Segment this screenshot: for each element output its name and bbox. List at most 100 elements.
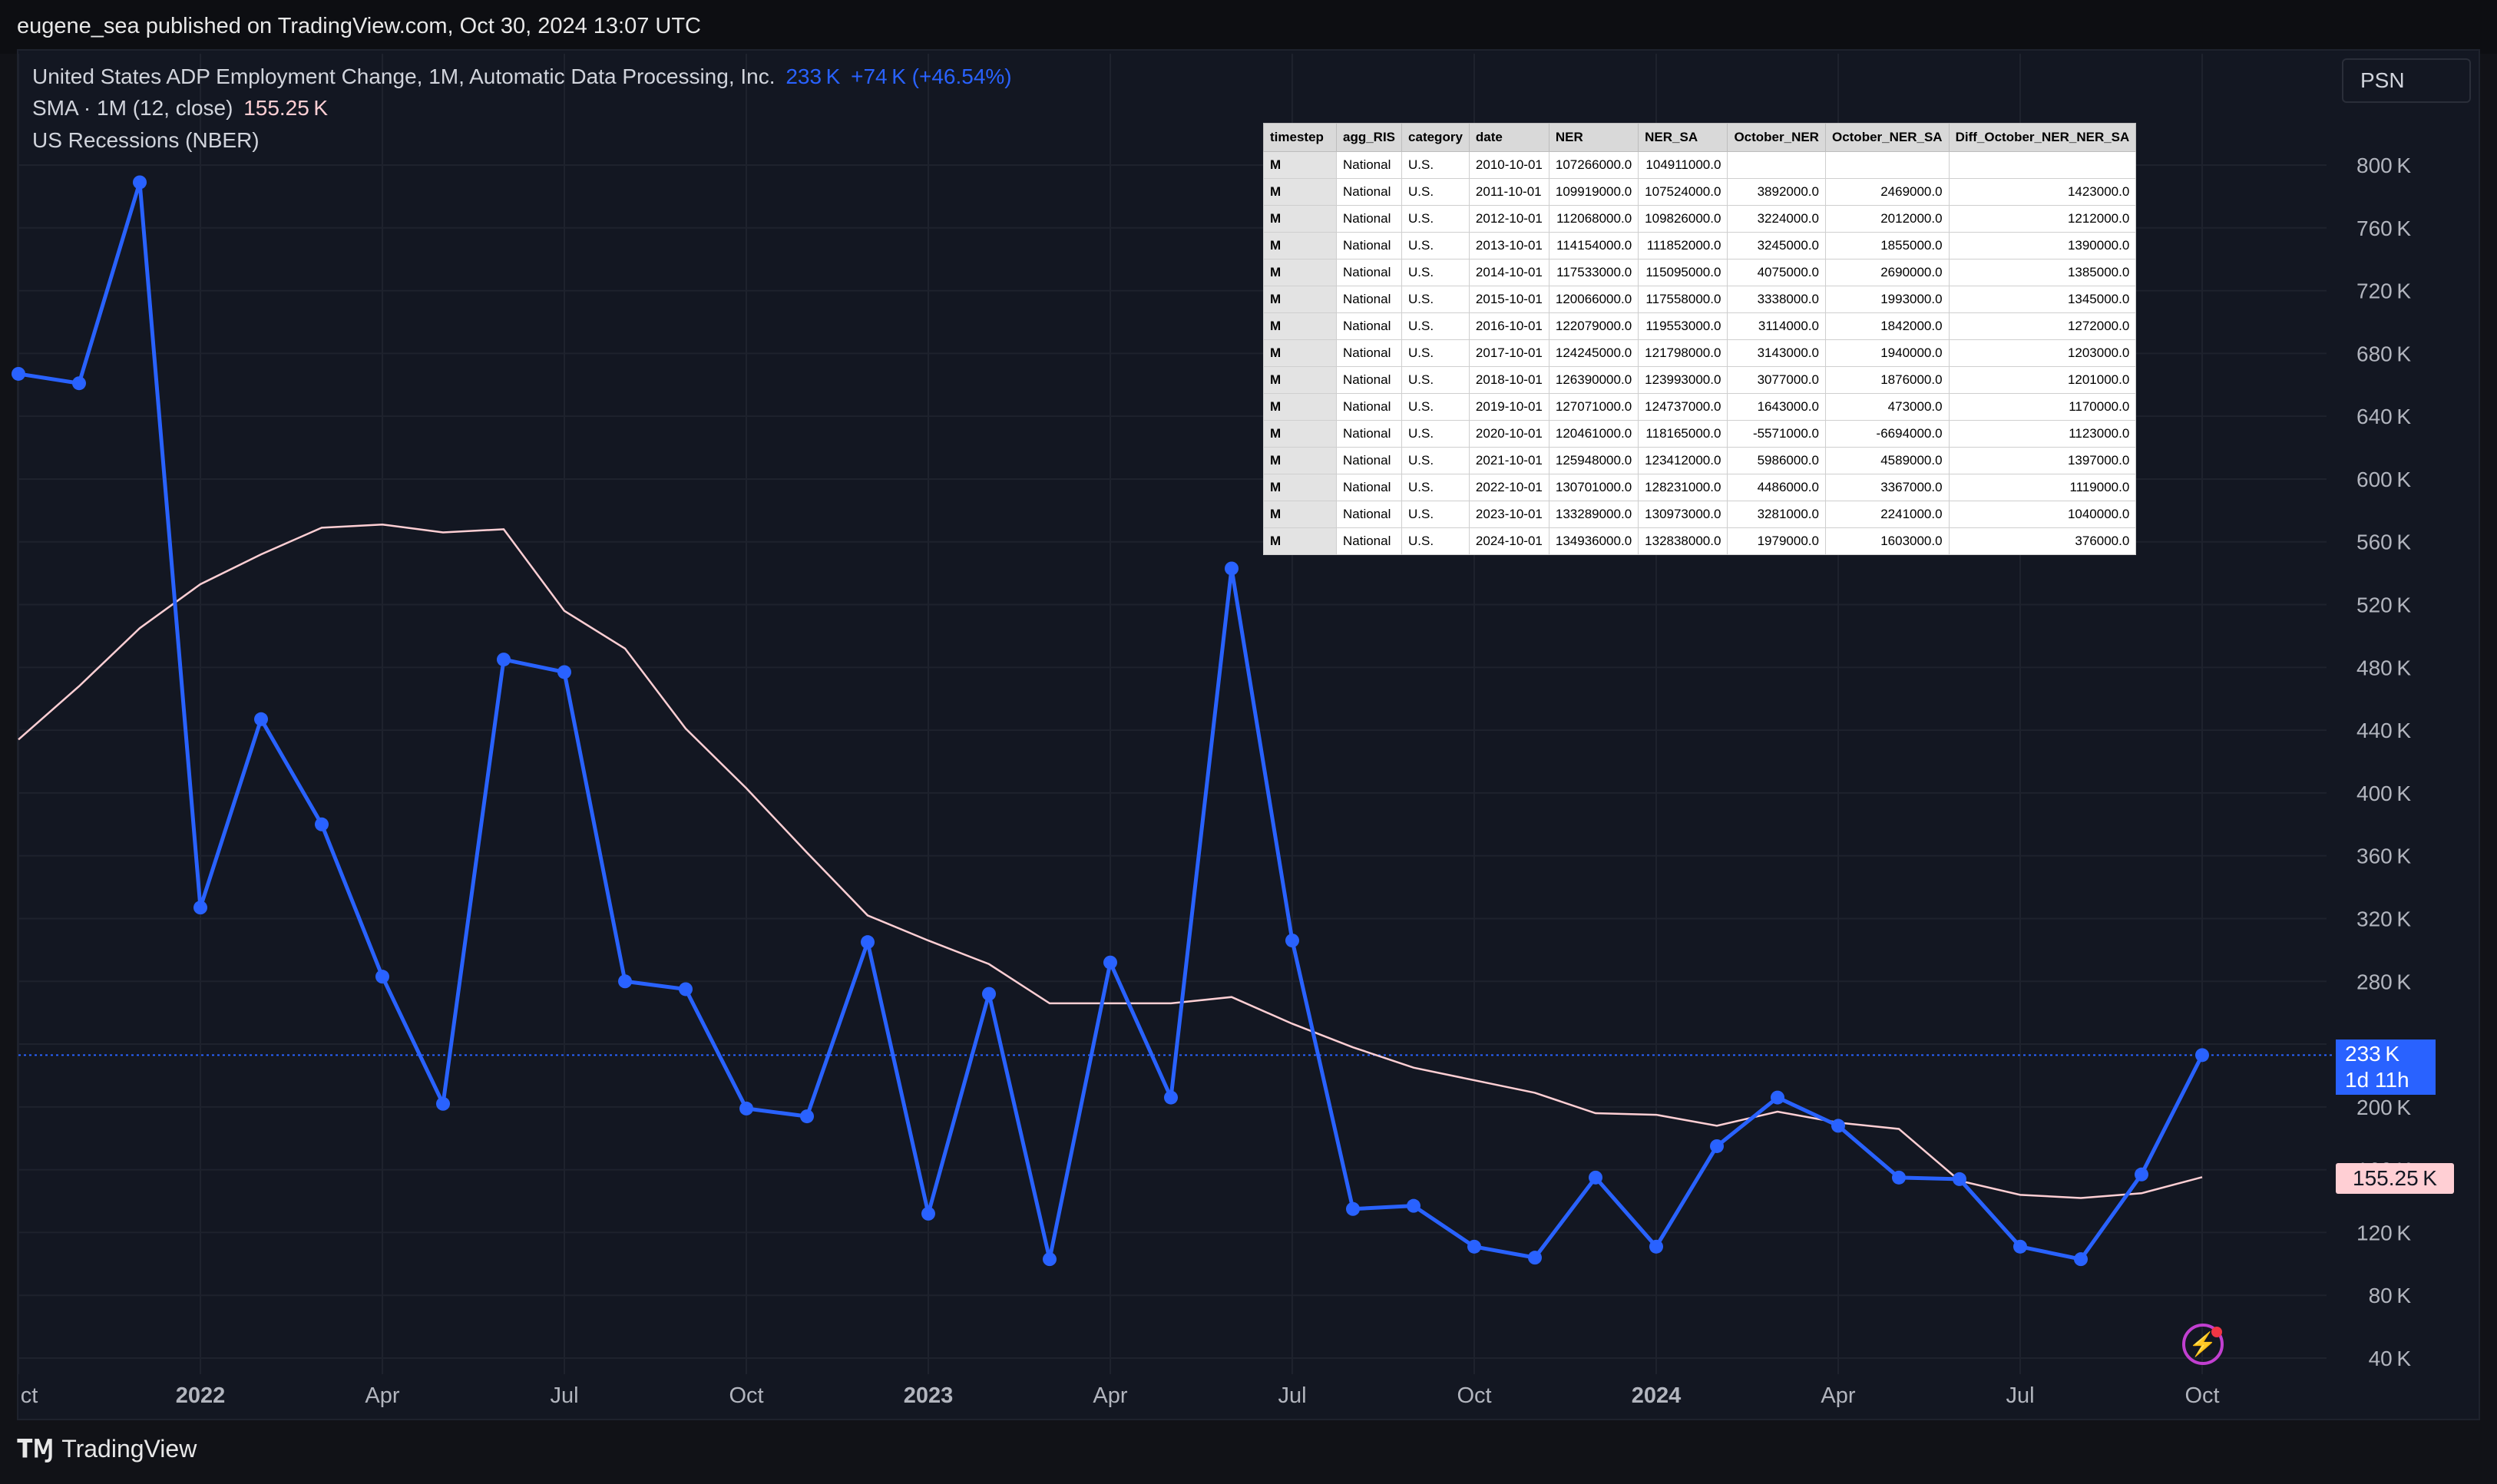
x-tick-label: Apr bbox=[365, 1383, 399, 1408]
table-cell: 1855000.0 bbox=[1824, 232, 1950, 259]
table-cell: M bbox=[1263, 259, 1337, 286]
table-cell: National bbox=[1335, 393, 1403, 421]
table-cell: 1643000.0 bbox=[1727, 393, 1826, 421]
data-point bbox=[1043, 1252, 1057, 1267]
legend-title: United States ADP Employment Change, 1M,… bbox=[32, 64, 776, 88]
table-row: M National U.S. 2023-10-01 133289000.0 130973… bbox=[1263, 501, 2137, 528]
table-cell: 123412000.0 bbox=[1638, 447, 1728, 474]
table-cell: National bbox=[1335, 312, 1403, 340]
table-cell: National bbox=[1335, 501, 1403, 528]
table-cell: National bbox=[1335, 447, 1403, 474]
legend-sma-value: 155.25 K bbox=[243, 96, 329, 120]
data-point bbox=[72, 376, 86, 391]
table-row: M National U.S. 2011-10-01 109919000.0 107524… bbox=[1263, 178, 2137, 206]
table-header-cell: Diff_October_NER_NER_SA bbox=[1948, 123, 2137, 152]
table-cell: U.S. bbox=[1401, 151, 1470, 179]
table-cell: M bbox=[1263, 286, 1337, 313]
table-cell: National bbox=[1335, 286, 1403, 313]
table-cell: 4589000.0 bbox=[1824, 447, 1950, 474]
table-cell: 111852000.0 bbox=[1638, 232, 1728, 259]
table-cell: 4486000.0 bbox=[1727, 474, 1826, 501]
table-cell: 120461000.0 bbox=[1548, 420, 1639, 448]
y-tick-label: 800 K bbox=[2356, 154, 2411, 177]
table-cell: 2241000.0 bbox=[1824, 501, 1950, 528]
x-tick-label: 2022 bbox=[176, 1383, 226, 1408]
table-cell: 2018-10-01 bbox=[1468, 366, 1549, 394]
table-cell: 107266000.0 bbox=[1548, 151, 1639, 179]
table-cell: M bbox=[1263, 312, 1337, 340]
table-cell: M bbox=[1263, 447, 1337, 474]
y-tick-label: 400 K bbox=[2356, 782, 2411, 805]
table-cell: 2014-10-01 bbox=[1468, 259, 1549, 286]
table-cell bbox=[1948, 151, 2137, 179]
table-cell: 1203000.0 bbox=[1948, 339, 2137, 367]
data-point bbox=[1407, 1198, 1420, 1213]
data-point bbox=[861, 935, 875, 950]
data-table: timestep agg_RIS category date NER NER_SA Octo… bbox=[1263, 123, 2137, 555]
table-cell: 1603000.0 bbox=[1824, 527, 1950, 555]
x-tick-label: Apr bbox=[1093, 1383, 1127, 1408]
y-tick-label: 600 K bbox=[2356, 468, 2411, 491]
table-header-cell: timestep bbox=[1263, 123, 1337, 152]
table-cell: 117533000.0 bbox=[1548, 259, 1639, 286]
table-cell: 1876000.0 bbox=[1824, 366, 1950, 394]
table-cell: U.S. bbox=[1401, 527, 1470, 555]
table-header-cell: NER_SA bbox=[1638, 123, 1728, 152]
table-cell: 109919000.0 bbox=[1548, 178, 1639, 206]
data-point bbox=[1710, 1139, 1724, 1153]
table-cell: National bbox=[1335, 527, 1403, 555]
legend-main[interactable]: United States ADP Employment Change, 1M,… bbox=[32, 64, 1017, 89]
y-tick-label: 120 K bbox=[2356, 1221, 2411, 1244]
data-point bbox=[1771, 1090, 1784, 1105]
table-cell: 134936000.0 bbox=[1548, 527, 1639, 555]
table-cell: U.S. bbox=[1401, 259, 1470, 286]
table-header-cell: agg_RIS bbox=[1335, 123, 1403, 152]
y-tick-label: 80 K bbox=[2369, 1284, 2412, 1307]
table-cell: -6694000.0 bbox=[1824, 420, 1950, 448]
table-cell: 1170000.0 bbox=[1948, 393, 2137, 421]
table-cell: 2011-10-01 bbox=[1468, 178, 1549, 206]
table-cell: 120066000.0 bbox=[1548, 286, 1639, 313]
data-point bbox=[739, 1101, 753, 1115]
tradingview-logo-icon: 𝐓Ɱ bbox=[17, 1435, 55, 1463]
data-point bbox=[1225, 561, 1239, 576]
table-cell: 125948000.0 bbox=[1548, 447, 1639, 474]
table-cell: 114154000.0 bbox=[1548, 232, 1639, 259]
data-point bbox=[1528, 1251, 1542, 1265]
table-cell: 1123000.0 bbox=[1948, 420, 2137, 448]
table-cell: M bbox=[1263, 232, 1337, 259]
symbol-box[interactable]: PSN bbox=[2342, 58, 2471, 103]
data-point bbox=[2013, 1239, 2027, 1254]
y-tick-label: 720 K bbox=[2356, 279, 2411, 303]
legend-last-value: 233 K bbox=[785, 64, 841, 88]
footer[interactable]: 𝐓Ɱ TradingView bbox=[17, 1434, 197, 1464]
table-cell: 1397000.0 bbox=[1948, 447, 2137, 474]
x-tick-label: Oct bbox=[2184, 1383, 2219, 1408]
table-cell: 1201000.0 bbox=[1948, 366, 2137, 394]
table-cell: 3143000.0 bbox=[1727, 339, 1826, 367]
legend-recessions[interactable]: US Recessions (NBER) bbox=[32, 128, 264, 153]
table-cell: 3338000.0 bbox=[1727, 286, 1826, 313]
table-cell: 1423000.0 bbox=[1948, 178, 2137, 206]
table-cell: National bbox=[1335, 151, 1403, 179]
x-axis: ct 2022 Apr Jul Oct 2023 Apr Jul Oct 2024 Apr Jul Oc… bbox=[21, 1383, 2220, 1408]
table-cell: M bbox=[1263, 501, 1337, 528]
table-cell: U.S. bbox=[1401, 339, 1470, 367]
legend-sma[interactable]: SMA · 1M (12, close) 155.25 K bbox=[32, 96, 332, 121]
table-cell: 2017-10-01 bbox=[1468, 339, 1549, 367]
table-cell: M bbox=[1263, 474, 1337, 501]
table-cell: 2016-10-01 bbox=[1468, 312, 1549, 340]
table-header-cell: category bbox=[1401, 123, 1470, 152]
table-cell: 1119000.0 bbox=[1948, 474, 2137, 501]
table-cell bbox=[1727, 151, 1826, 179]
table-cell: 1345000.0 bbox=[1948, 286, 2137, 313]
table-cell: M bbox=[1263, 420, 1337, 448]
table-cell: U.S. bbox=[1401, 232, 1470, 259]
y-tick-label: 560 K bbox=[2356, 530, 2411, 554]
y-tick-label: 280 K bbox=[2356, 970, 2411, 993]
table-header-cell: NER bbox=[1548, 123, 1639, 152]
sma-price-tag: 155.25 K bbox=[2336, 1163, 2454, 1194]
table-cell: National bbox=[1335, 178, 1403, 206]
table-cell: 3367000.0 bbox=[1824, 474, 1950, 501]
data-point bbox=[1892, 1170, 1906, 1185]
